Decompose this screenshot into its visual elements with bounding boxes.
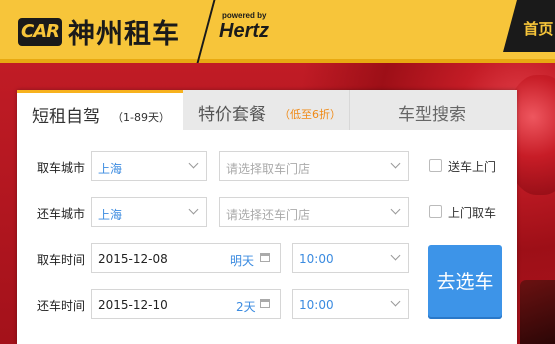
chevron-down-icon: [188, 204, 199, 215]
collect-label: 上门取车: [448, 206, 497, 220]
hertz-logo: Hertz: [219, 20, 270, 42]
pickup-date-value: 2015-12-08: [98, 252, 168, 266]
tab-title: 短租自驾: [32, 107, 100, 127]
return-city-label: 还车城市: [37, 207, 86, 221]
pickup-city-select[interactable]: 上海: [91, 151, 207, 181]
tab-title: 特价套餐: [198, 105, 266, 125]
nav-home[interactable]: 首页: [503, 0, 555, 52]
tab-model-search[interactable]: 车型搜索: [349, 90, 517, 130]
chevron-down-icon: [188, 158, 199, 169]
pickup-time-select[interactable]: 10:00: [292, 243, 409, 273]
calendar-icon: [260, 299, 270, 308]
pickup-time-value: 10:00: [299, 252, 334, 266]
calendar-icon: [260, 253, 270, 262]
deliver-label: 送车上门: [448, 160, 497, 174]
car-logo-icon: CAR: [18, 17, 62, 46]
return-city-select[interactable]: 上海: [91, 197, 207, 227]
tab-subtitle: （低至6折）: [279, 108, 341, 121]
chevron-down-icon: [390, 158, 401, 169]
tab-special-package[interactable]: 特价套餐 （低至6折）: [183, 90, 349, 130]
pickup-date-input[interactable]: 2015-12-08 明天: [91, 243, 281, 273]
car-decoration: [520, 280, 555, 344]
chevron-down-icon: [390, 204, 401, 215]
return-date-input[interactable]: 2015-12-10 2天: [91, 289, 281, 319]
tab-short-rental[interactable]: 短租自驾 （1-89天）: [17, 90, 183, 130]
tab-bar: 短租自驾 （1-89天） 特价套餐 （低至6折） 车型搜索: [17, 90, 517, 130]
return-store-select[interactable]: 请选择还车门店: [219, 197, 409, 227]
return-date-value: 2015-12-10: [98, 298, 168, 312]
return-time-label: 还车时间: [37, 299, 86, 313]
tab-subtitle: （1-89天）: [112, 111, 170, 124]
pickup-city-label: 取车城市: [37, 161, 86, 175]
chevron-down-icon: [390, 296, 401, 307]
choose-car-button[interactable]: 去选车: [428, 245, 502, 319]
powered-by-text: powered by: [222, 11, 267, 20]
return-time-select[interactable]: 10:00: [292, 289, 409, 319]
chevron-down-icon: [390, 250, 401, 261]
tab-title: 车型搜索: [398, 105, 466, 125]
header-divider: [196, 0, 216, 63]
pickup-time-label: 取车时间: [37, 253, 86, 267]
pickup-date-hint: 明天: [230, 254, 255, 268]
nav-home-label: 首页: [523, 20, 554, 38]
collect-checkbox[interactable]: [429, 205, 442, 218]
pickup-city-value: 上海: [98, 162, 123, 176]
return-city-value: 上海: [98, 208, 123, 222]
brand-logo[interactable]: CAR 神州租车: [18, 12, 180, 51]
header-stripe: [0, 59, 555, 63]
brand-name: 神州租车: [68, 19, 180, 50]
pickup-store-select[interactable]: 请选择取车门店: [219, 151, 409, 181]
return-store-placeholder: 请选择还车门店: [226, 208, 311, 222]
pickup-store-placeholder: 请选择取车门店: [226, 162, 311, 176]
return-date-hint: 2天: [236, 300, 256, 314]
return-time-value: 10:00: [299, 298, 334, 312]
site-header: CAR 神州租车 powered by Hertz 首页: [0, 0, 555, 63]
deliver-checkbox[interactable]: [429, 159, 442, 172]
